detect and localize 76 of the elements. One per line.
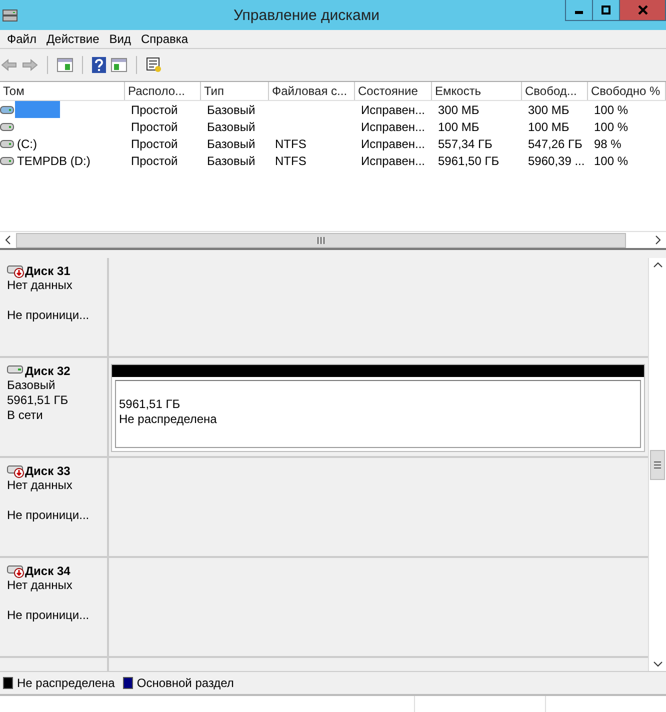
scrollbar-thumb[interactable]: [16, 232, 626, 248]
disk-icon: [7, 464, 25, 478]
table-cell: TEMPDB (D:): [17, 154, 90, 168]
table-cell: Простой: [131, 102, 178, 116]
table-cell: 300 МБ: [438, 102, 480, 116]
menu-item[interactable]: Файл: [2, 32, 42, 46]
table-cell: 300 МБ: [528, 102, 570, 116]
partition-block[interactable]: 5961,51 ГБ Не распределена: [111, 364, 645, 452]
disk-name: Диск 33: [25, 464, 70, 478]
disk-icon: [7, 264, 25, 278]
legend-label: Не распределена: [17, 676, 115, 690]
table-cell: (C:): [17, 136, 37, 150]
table-cell: 100 %: [594, 120, 628, 134]
maximize-icon: [601, 5, 611, 15]
disk-detail: В сети: [7, 408, 44, 423]
grip-icon: [654, 460, 661, 468]
column-header[interactable]: Тип: [201, 82, 269, 100]
table-cell: Простой: [131, 154, 178, 168]
menu-item[interactable]: Справка: [136, 32, 194, 46]
grip-icon: [317, 236, 325, 244]
close-button[interactable]: [620, 0, 665, 20]
legend-label: Основной раздел: [136, 676, 234, 690]
table-cell: Базовый: [207, 120, 256, 134]
table-cell: Исправен...: [361, 102, 426, 116]
table-cell: 5961,50 ГБ: [438, 154, 500, 168]
disk-detail: Нет данных: [7, 278, 74, 293]
table-cell: 547,26 ГБ: [528, 136, 582, 150]
window-title: Управление дисками: [232, 6, 381, 24]
table-cell: Исправен...: [361, 136, 426, 150]
disk-detail: Нет данных: [7, 578, 74, 593]
table-cell: 557,34 ГБ: [438, 136, 492, 150]
disk-detail: Не проиници...: [7, 308, 90, 323]
table-cell: Базовый: [207, 136, 256, 150]
scrollbar-thumb[interactable]: [650, 450, 665, 480]
disk-name: Диск 31: [25, 264, 70, 278]
disk-name: Диск 34: [25, 564, 70, 578]
column-header[interactable]: Том: [0, 82, 125, 100]
pane-icon[interactable]: [57, 58, 73, 72]
column-header[interactable]: Свободно %: [588, 82, 666, 100]
disk-detail: Базовый: [7, 378, 56, 393]
disk-name: Диск 32: [25, 364, 70, 378]
table-cell: 98 %: [594, 136, 622, 150]
table-cell: 100 %: [594, 154, 628, 168]
menu-item[interactable]: Вид: [104, 32, 136, 46]
partition-label: Не распределена: [119, 412, 218, 427]
table-cell: 5960,39 ...: [528, 154, 585, 168]
table-cell: Базовый: [207, 154, 256, 168]
help-icon[interactable]: [92, 57, 106, 73]
disk-drive-icon: [2, 8, 18, 22]
table-cell: Исправен...: [361, 154, 426, 168]
disk-detail: Нет данных: [7, 478, 74, 493]
table-cell: NTFS: [275, 136, 306, 150]
close-icon: [638, 5, 648, 15]
pane-icon[interactable]: [111, 58, 127, 72]
table-cell: 100 %: [594, 102, 628, 116]
column-header[interactable]: Файловая с...: [269, 82, 355, 100]
vertical-scrollbar[interactable]: [648, 258, 666, 671]
table-cell: Простой: [131, 136, 178, 150]
table-cell: Простой: [131, 120, 178, 134]
partition-size: 5961,51 ГБ: [119, 397, 182, 412]
table-cell: Базовый: [207, 102, 256, 116]
menu-item[interactable]: Действие: [42, 32, 104, 46]
column-header[interactable]: Располо...: [125, 82, 201, 100]
table-cell: NTFS: [275, 154, 306, 168]
table-cell: Исправен...: [361, 120, 426, 134]
column-header[interactable]: Свобод...: [522, 82, 588, 100]
table-cell: 100 МБ: [528, 120, 570, 134]
column-header[interactable]: Емкость: [432, 82, 522, 100]
disk-detail: Не проиници...: [7, 608, 90, 623]
disk-detail: 5961,51 ГБ: [7, 393, 70, 408]
column-header[interactable]: Состояние: [355, 82, 432, 100]
horizontal-scrollbar[interactable]: [0, 231, 666, 248]
properties-icon[interactable]: [146, 57, 162, 73]
table-cell: 100 МБ: [438, 120, 480, 134]
disk-icon: [7, 564, 25, 578]
disk-detail: Не проиници...: [7, 508, 90, 523]
